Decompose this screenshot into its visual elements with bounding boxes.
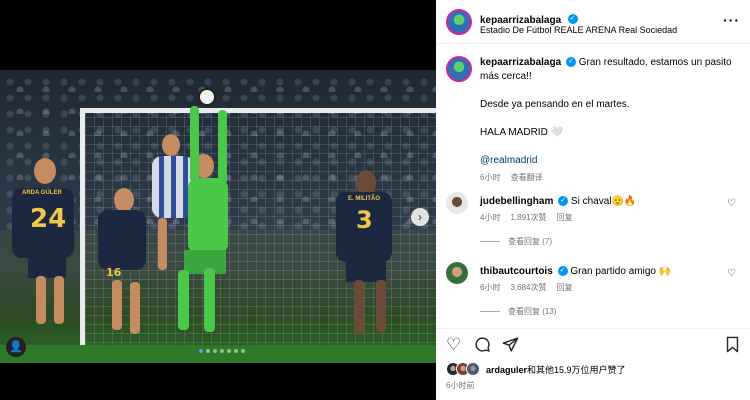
replies-divider (480, 241, 500, 242)
comment-text: Gran partido amigo 🙌 (570, 266, 672, 277)
carousel-indicator (199, 349, 245, 353)
post-header: kepaarrizabalaga ✓ Estadio De Fútbol REA… (436, 0, 750, 44)
keeper-arm (218, 110, 227, 184)
player-head (162, 134, 180, 156)
see-translation-link[interactable]: 查看翻译 (511, 173, 543, 182)
player-leg (354, 280, 364, 334)
pitch (0, 345, 436, 363)
carousel-dot (234, 349, 238, 353)
player-leg (54, 276, 64, 324)
player-arda-guler: 24 ARDA GÜLER (12, 188, 74, 258)
caption-mention-link[interactable]: @realmadrid (480, 154, 738, 168)
commenter-avatar[interactable] (446, 262, 468, 284)
likes-count-text: 和其他15.9万位用户赞了 (527, 364, 626, 375)
post-caption: kepaarrizabalaga ✓ Gran resultado, estam… (480, 56, 738, 185)
player-leg (376, 280, 386, 332)
post-action-bar: ♡ (436, 328, 750, 358)
player-head (114, 188, 134, 212)
verified-badge-icon: ✓ (557, 266, 568, 277)
carousel-dot (206, 349, 210, 353)
comment-likes[interactable]: 3,684次赞 (510, 282, 546, 293)
caption-username[interactable]: kepaarrizabalaga (480, 57, 561, 68)
post-timestamp: 6小时前 (446, 381, 475, 390)
post-media: 24 ARDA GÜLER 16 E. MILITÃO 3 › 👤 (0, 0, 436, 400)
caption-author-avatar[interactable] (446, 56, 472, 82)
caption-line-2: más cerca!! (480, 71, 532, 82)
carousel-dot-active (199, 349, 203, 353)
player-leg (158, 218, 167, 270)
likes-summary[interactable]: ardaguler和其他15.9万位用户赞了 (446, 362, 626, 376)
comment-time: 6小时 (480, 283, 501, 292)
tagged-users-icon[interactable]: 👤 (6, 337, 26, 357)
bookmark-icon[interactable] (725, 336, 740, 357)
liker-avatars (446, 362, 480, 376)
verified-badge-icon: ✓ (567, 13, 578, 24)
comment-item: judebellingham ✓ Si chaval🫡🔥 4小时 1,891次赞… (446, 192, 742, 252)
carousel-dot (213, 349, 217, 353)
player-militao: E. MILITÃO 3 (336, 192, 392, 262)
comment-icon[interactable] (474, 336, 491, 357)
replies-divider (480, 311, 500, 312)
comment-time: 4小时 (480, 213, 501, 222)
reply-button[interactable]: 回复 (556, 212, 572, 223)
liker-username[interactable]: ardaguler (486, 365, 527, 375)
carousel-dot (241, 349, 245, 353)
jersey-number-3: 3 (356, 206, 373, 234)
carousel-dot (220, 349, 224, 353)
comment-text: Si chaval🫡🔥 (570, 196, 637, 207)
player-goalkeeper (188, 178, 228, 254)
view-replies-button[interactable]: 查看回复 (13) (480, 306, 556, 317)
post-photo[interactable]: 24 ARDA GÜLER 16 E. MILITÃO 3 (0, 70, 436, 363)
player-shorts (346, 260, 386, 282)
keeper-leg (204, 268, 215, 332)
player-head (34, 158, 56, 184)
jersey-number-24: 24 (30, 204, 67, 234)
jersey-name-right: E. MILITÃO (348, 196, 380, 202)
player-16 (98, 210, 146, 270)
author-avatar[interactable] (446, 9, 472, 35)
view-replies-label: 查看回复 (13) (508, 307, 557, 316)
like-heart-icon[interactable]: ♡ (446, 336, 461, 354)
comment-like-heart-icon[interactable]: ♡ (727, 198, 736, 209)
football (198, 88, 216, 106)
next-slide-button[interactable]: › (411, 208, 429, 226)
view-replies-button[interactable]: 查看回复 (7) (480, 236, 552, 247)
comment-like-heart-icon[interactable]: ♡ (727, 268, 736, 279)
verified-badge-icon: ✓ (558, 196, 569, 207)
player-leg (130, 282, 140, 334)
more-options-icon[interactable]: ··· (723, 12, 740, 28)
keeper-leg (178, 270, 189, 330)
commenter-avatar[interactable] (446, 192, 468, 214)
comment-likes[interactable]: 1,891次赞 (510, 212, 546, 223)
post-location[interactable]: Estadio De Fútbol REALE ARENA Real Socie… (480, 25, 677, 35)
carousel-dot (227, 349, 231, 353)
verified-badge-icon: ✓ (565, 57, 576, 68)
player-leg (112, 280, 122, 330)
keeper-arm (190, 106, 199, 182)
caption-time: 6小时 (480, 173, 501, 182)
caption-line-4: HALA MADRID 🤍 (480, 127, 564, 138)
player-leg (36, 276, 46, 324)
post-details-panel: kepaarrizabalaga ✓ Estadio De Fútbol REA… (436, 0, 750, 400)
caption-line-3: Desde ya pensando en el martes. (480, 99, 630, 110)
comment-username[interactable]: judebellingham (480, 196, 553, 207)
view-replies-label: 查看回复 (7) (508, 237, 552, 246)
jersey-number-16: 16 (106, 266, 122, 279)
reply-button[interactable]: 回复 (556, 282, 572, 293)
liker-avatar (466, 362, 480, 376)
jersey-name-left: ARDA GÜLER (22, 190, 62, 196)
caption-line-1: Gran resultado, estamos un pasito (578, 57, 732, 68)
comment-username[interactable]: thibautcourtois (480, 266, 553, 277)
send-icon[interactable] (502, 336, 519, 357)
player-shorts (28, 256, 66, 278)
comment-item: thibautcourtois ✓ Gran partido amigo 🙌 6… (446, 262, 742, 322)
